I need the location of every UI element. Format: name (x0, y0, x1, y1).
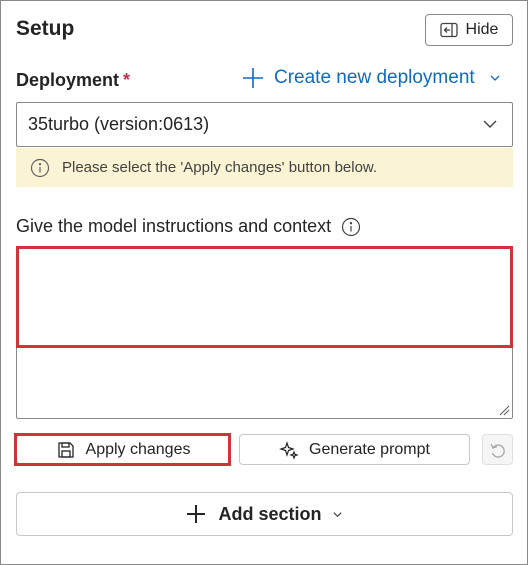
required-marker: * (123, 70, 131, 90)
create-deployment-label: Create new deployment (274, 67, 475, 88)
apply-changes-button[interactable]: Apply changes (16, 434, 230, 465)
chevron-down-icon (332, 511, 342, 517)
info-icon (30, 158, 50, 177)
plus-icon (243, 68, 263, 88)
info-icon[interactable] (341, 217, 361, 237)
deployment-selected-value: 35turbo (version:0613) (28, 114, 210, 134)
banner-message: Please select the 'Apply changes' button… (62, 159, 378, 176)
hide-panel-icon (439, 22, 458, 38)
info-banner: Please select the 'Apply changes' button… (16, 148, 513, 187)
resize-grip-icon[interactable] (498, 404, 510, 416)
instructions-label: Give the model instructions and context (16, 216, 361, 237)
setup-panel: Setup Hide Deployment * Create new deploy… (0, 0, 528, 565)
deployment-dropdown[interactable]: 35turbo (version:0613) (16, 102, 513, 147)
instructions-label-text: Give the model instructions and context (16, 216, 332, 236)
undo-button[interactable] (482, 434, 513, 465)
create-deployment-link[interactable]: Create new deployment (242, 67, 501, 89)
panel-title: Setup (16, 17, 75, 40)
sparkle-icon (279, 440, 299, 460)
apply-changes-label: Apply changes (85, 440, 191, 458)
generate-prompt-button[interactable]: Generate prompt (239, 434, 470, 465)
instructions-textarea[interactable] (16, 246, 513, 419)
deployment-label: Deployment * (16, 70, 130, 91)
undo-icon (489, 443, 505, 458)
deployment-label-text: Deployment (16, 70, 120, 90)
chevron-down-icon (483, 120, 497, 128)
chevron-down-icon (490, 75, 500, 81)
generate-prompt-label: Generate prompt (309, 440, 430, 458)
hide-button-label: Hide (465, 21, 499, 38)
save-icon (57, 441, 74, 458)
hide-button[interactable]: Hide (425, 14, 513, 46)
plus-icon (187, 505, 206, 523)
add-section-button[interactable]: Add section (16, 492, 513, 536)
add-section-label: Add section (218, 503, 322, 524)
